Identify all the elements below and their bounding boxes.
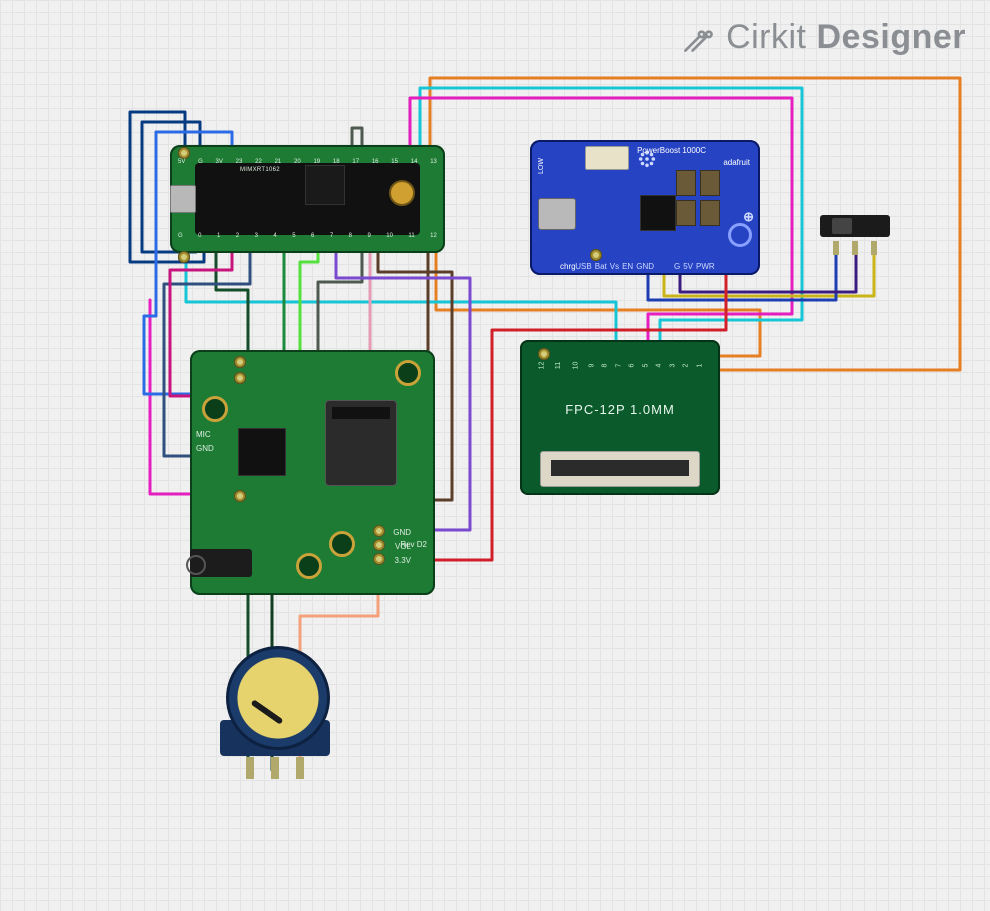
- component-audio-shield[interactable]: MIC GND Rev D2 GND VOL 3.3V: [190, 350, 435, 595]
- powerboost-brand: adafruit: [723, 158, 750, 167]
- switch-pin-1[interactable]: [833, 241, 839, 255]
- powerboost-jst-connector: [585, 146, 629, 170]
- sd-card-slot[interactable]: [325, 400, 397, 486]
- brand-prefix: Cirkit: [726, 18, 806, 57]
- pin[interactable]: [178, 147, 190, 159]
- pin[interactable]: [538, 348, 550, 360]
- switch-pin-3[interactable]: [871, 241, 877, 255]
- audio-vol-label: VOL: [395, 542, 411, 551]
- pin[interactable]: [234, 372, 246, 384]
- component-potentiometer[interactable]: [220, 640, 330, 775]
- teensy-top-labels: 5VG3V2322212019181716151413: [178, 159, 437, 165]
- powerboost-low-label: LOW: [538, 158, 545, 174]
- pin[interactable]: [178, 251, 190, 263]
- headphone-jack[interactable]: [190, 549, 252, 577]
- mount-hole-icon: [395, 360, 421, 386]
- wires-layer: [0, 0, 990, 911]
- component-powerboost[interactable]: ⊕ PowerBoost 1000C adafruit LOW chrg USB…: [530, 140, 760, 275]
- pin[interactable]: [234, 356, 246, 368]
- fpc-label: FPC-12P 1.0MM: [520, 402, 720, 417]
- logo-icon: [680, 20, 716, 56]
- audio-codec-chip: [238, 428, 286, 476]
- teensy-usb-port: [170, 185, 196, 213]
- pot-pin-2[interactable]: [271, 757, 279, 779]
- teensy-chip-label: MIMXRT1062: [240, 167, 280, 173]
- pin[interactable]: [373, 539, 385, 551]
- mount-hole-icon: [329, 531, 355, 557]
- switch-knob[interactable]: [832, 218, 852, 234]
- pin[interactable]: [373, 553, 385, 565]
- mount-hole-icon: [728, 223, 752, 247]
- powerboost-pin-labels: USBBatVsENGND G5VPWR: [530, 262, 760, 271]
- powerboost-capacitors: [676, 170, 732, 240]
- pin[interactable]: [234, 490, 246, 502]
- component-fpc-breakout[interactable]: 121110987654321 FPC-12P 1.0MM: [520, 340, 720, 495]
- pot-knob[interactable]: [226, 646, 330, 750]
- mount-hole-icon: [202, 396, 228, 422]
- component-teensy[interactable]: MIMXRT1062 5VG3V2322212019181716151413 G…: [170, 145, 445, 253]
- switch-body: [820, 215, 890, 237]
- plus-icon: ⊕: [743, 209, 754, 225]
- switch-pin-2[interactable]: [852, 241, 858, 255]
- pin[interactable]: [590, 249, 602, 261]
- teensy-reset-button[interactable]: [389, 180, 415, 206]
- pot-indicator-icon: [251, 699, 284, 725]
- pot-pin-1[interactable]: [246, 757, 254, 779]
- audio-gnd2-label: GND: [393, 528, 411, 537]
- audio-3v3-label: 3.3V: [395, 556, 411, 565]
- mount-hole-icon: [296, 553, 322, 579]
- powerboost-usb-port: [538, 198, 576, 230]
- app-watermark: Cirkit Designer: [680, 18, 966, 57]
- teensy-bottom-labels: G0123456789101112: [178, 233, 437, 239]
- fpc-pin-numbers: 121110987654321: [538, 362, 702, 369]
- audio-gnd-label: GND: [196, 444, 214, 453]
- teensy-mcu-chip: [305, 165, 345, 205]
- pin[interactable]: [373, 525, 385, 537]
- powerboost-ic-chip: [640, 195, 676, 231]
- component-slide-switch[interactable]: [815, 215, 895, 255]
- pot-pin-3[interactable]: [296, 757, 304, 779]
- powerboost-pin-row: [590, 249, 720, 259]
- powerboost-title: PowerBoost 1000C: [637, 146, 706, 155]
- audio-mic-label: MIC: [196, 430, 211, 439]
- fpc-connector[interactable]: [540, 451, 700, 487]
- brand-strong: Designer: [817, 18, 967, 57]
